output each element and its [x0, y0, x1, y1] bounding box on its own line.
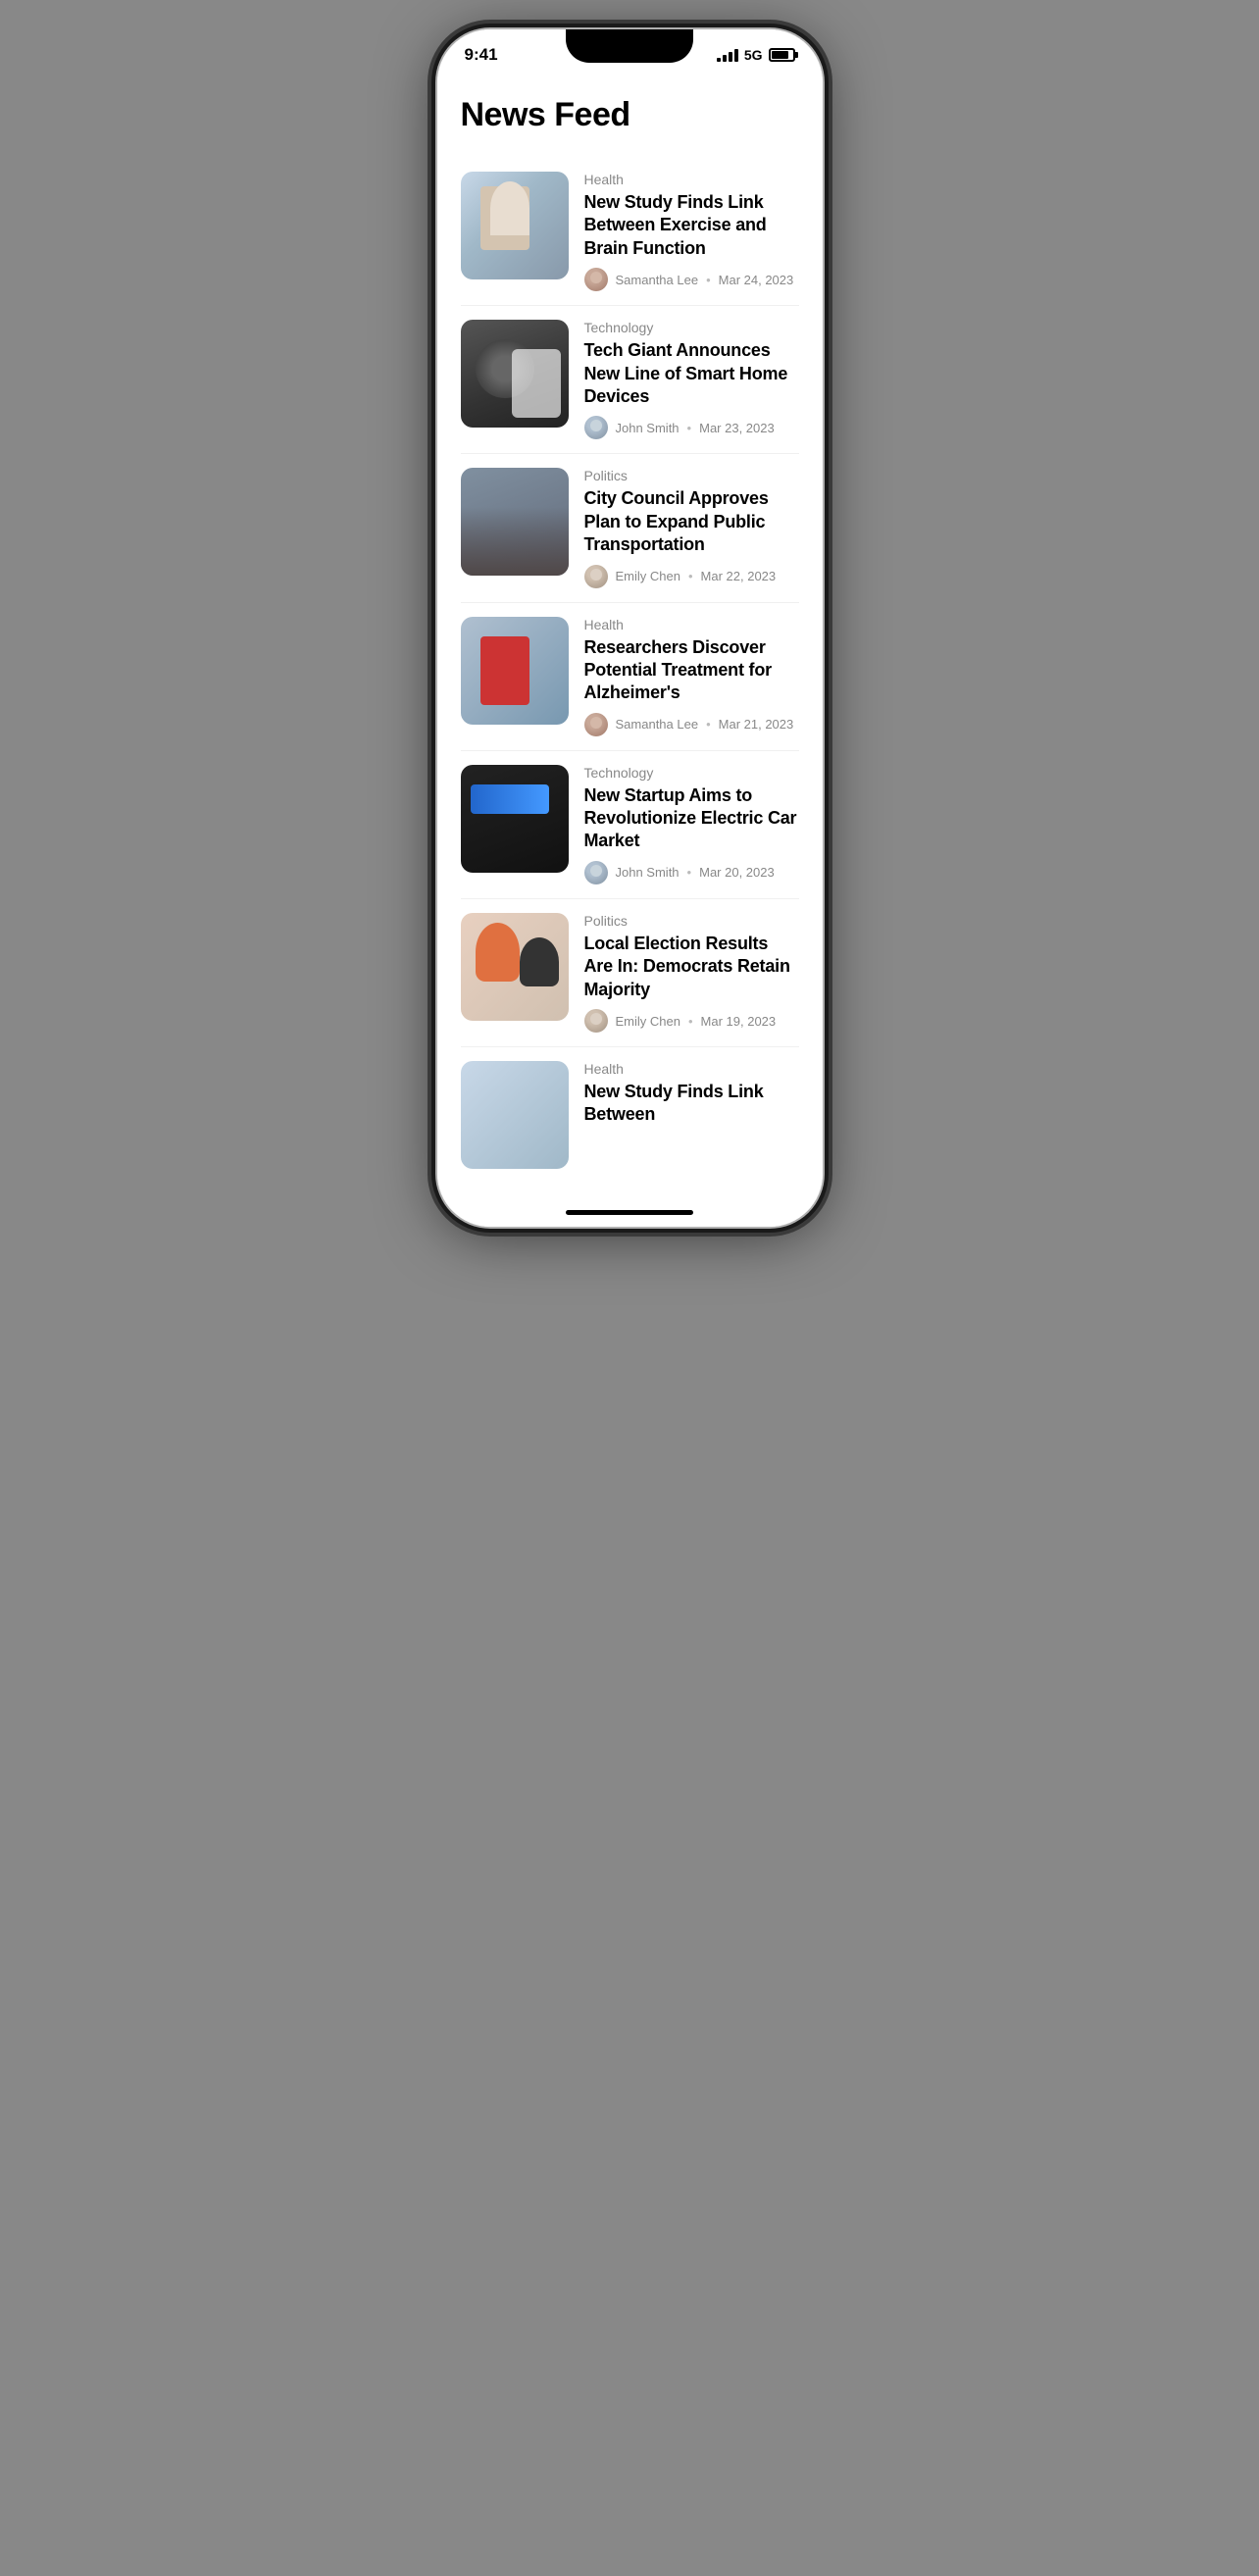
author-avatar-3: [584, 565, 608, 588]
article-thumbnail-6: [461, 913, 569, 1021]
article-thumbnail-2: [461, 320, 569, 428]
article-date-4: Mar 21, 2023: [719, 717, 794, 732]
article-thumbnail-5: [461, 765, 569, 873]
meta-dot-5: •: [687, 865, 692, 880]
author-avatar-5: [584, 861, 608, 884]
article-meta-4: Samantha Lee • Mar 21, 2023: [584, 713, 799, 736]
article-text-6: Politics Local Election Results Are In: D…: [584, 913, 799, 1033]
news-item-2[interactable]: Technology Tech Giant Announces New Line …: [437, 306, 823, 453]
home-indicator: [437, 1202, 823, 1227]
article-text-1: Health New Study Finds Link Between Exerc…: [584, 172, 799, 291]
article-meta-3: Emily Chen • Mar 22, 2023: [584, 565, 799, 588]
news-item-4[interactable]: Health Researchers Discover Potential Tre…: [437, 603, 823, 750]
author-avatar-2: [584, 416, 608, 439]
article-author-6: Emily Chen: [616, 1014, 680, 1029]
news-feed-content: News Feed Health New Study Finds Link Bet…: [437, 73, 823, 1202]
article-date-2: Mar 23, 2023: [699, 421, 775, 435]
articles-list: Health New Study Finds Link Between Exerc…: [437, 158, 823, 1183]
news-item-7[interactable]: Health New Study Finds Link Between: [437, 1047, 823, 1183]
author-avatar-6: [584, 1009, 608, 1033]
author-avatar-4: [584, 713, 608, 736]
meta-dot-3: •: [688, 569, 693, 583]
home-bar: [566, 1210, 693, 1215]
news-item-5[interactable]: Technology New Startup Aims to Revolution…: [437, 751, 823, 898]
article-category-3: Politics: [584, 468, 799, 483]
article-text-7: Health New Study Finds Link Between: [584, 1061, 799, 1127]
meta-dot-6: •: [688, 1014, 693, 1029]
news-item-1[interactable]: Health New Study Finds Link Between Exerc…: [437, 158, 823, 305]
article-author-5: John Smith: [616, 865, 680, 880]
article-author-3: Emily Chen: [616, 569, 680, 583]
article-title-6: Local Election Results Are In: Democrats…: [584, 933, 799, 1001]
author-avatar-1: [584, 268, 608, 291]
article-author-1: Samantha Lee: [616, 273, 699, 287]
article-title-1: New Study Finds Link Between Exercise an…: [584, 191, 799, 260]
battery-fill: [772, 51, 789, 59]
notch: [566, 29, 693, 63]
article-meta-1: Samantha Lee • Mar 24, 2023: [584, 268, 799, 291]
status-icons: 5G: [717, 47, 795, 63]
article-title-5: New Startup Aims to Revolutionize Electr…: [584, 784, 799, 853]
article-title-7: New Study Finds Link Between: [584, 1081, 799, 1127]
article-category-7: Health: [584, 1061, 799, 1077]
network-type: 5G: [744, 47, 763, 63]
article-title-3: City Council Approves Plan to Expand Pub…: [584, 487, 799, 556]
article-text-5: Technology New Startup Aims to Revolution…: [584, 765, 799, 884]
article-category-2: Technology: [584, 320, 799, 335]
article-thumbnail-3: [461, 468, 569, 576]
status-time: 9:41: [465, 45, 498, 65]
article-thumbnail-1: [461, 172, 569, 279]
page-title: News Feed: [437, 80, 823, 158]
phone-frame: 9:41 5G News Feed Health New Study Finds …: [437, 29, 823, 1227]
phone-inner: 9:41 5G News Feed Health New Study Finds …: [437, 29, 823, 1227]
article-category-1: Health: [584, 172, 799, 187]
news-item-6[interactable]: Politics Local Election Results Are In: D…: [437, 899, 823, 1046]
article-category-5: Technology: [584, 765, 799, 781]
article-meta-2: John Smith • Mar 23, 2023: [584, 416, 799, 439]
article-title-4: Researchers Discover Potential Treatment…: [584, 636, 799, 705]
news-item-3[interactable]: Politics City Council Approves Plan to Ex…: [437, 454, 823, 601]
battery-icon: [769, 48, 795, 62]
article-category-4: Health: [584, 617, 799, 632]
article-date-6: Mar 19, 2023: [701, 1014, 777, 1029]
article-date-5: Mar 20, 2023: [699, 865, 775, 880]
article-category-6: Politics: [584, 913, 799, 929]
meta-dot-1: •: [706, 273, 711, 287]
meta-dot-2: •: [687, 421, 692, 435]
article-text-3: Politics City Council Approves Plan to Ex…: [584, 468, 799, 587]
article-author-2: John Smith: [616, 421, 680, 435]
article-meta-6: Emily Chen • Mar 19, 2023: [584, 1009, 799, 1033]
article-title-2: Tech Giant Announces New Line of Smart H…: [584, 339, 799, 408]
article-meta-5: John Smith • Mar 20, 2023: [584, 861, 799, 884]
article-text-2: Technology Tech Giant Announces New Line …: [584, 320, 799, 439]
signal-bars-icon: [717, 48, 738, 62]
article-thumbnail-4: [461, 617, 569, 725]
article-thumbnail-7: [461, 1061, 569, 1169]
article-date-1: Mar 24, 2023: [719, 273, 794, 287]
meta-dot-4: •: [706, 717, 711, 732]
article-date-3: Mar 22, 2023: [701, 569, 777, 583]
article-author-4: Samantha Lee: [616, 717, 699, 732]
article-text-4: Health Researchers Discover Potential Tre…: [584, 617, 799, 736]
